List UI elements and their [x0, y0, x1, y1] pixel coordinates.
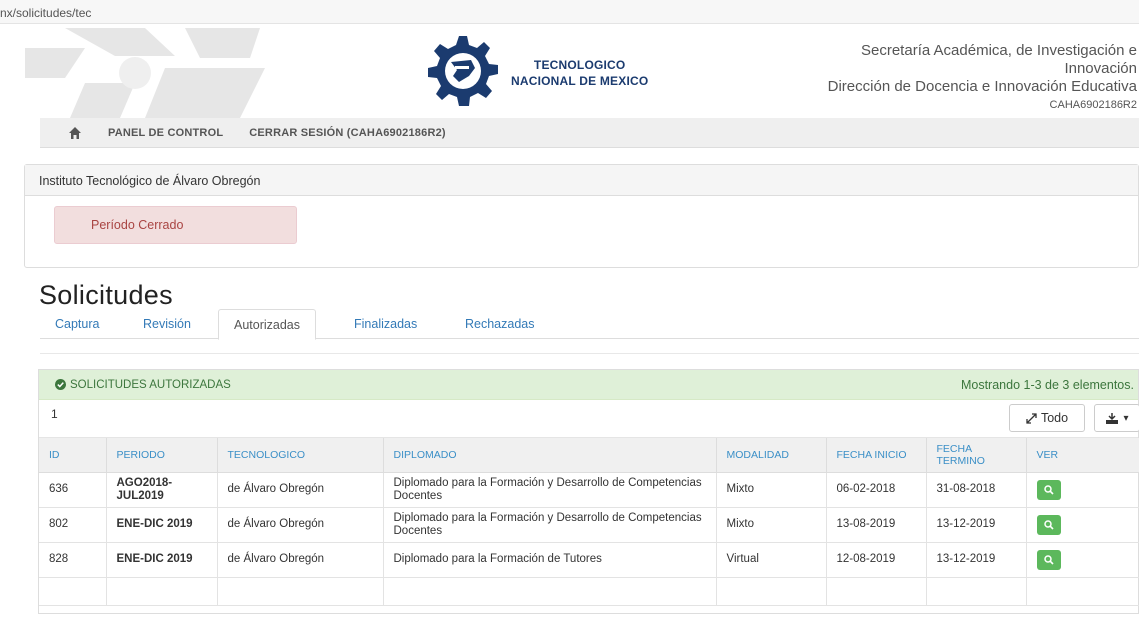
cell-modalidad: Mixto [716, 472, 827, 508]
grid-heading: SOLICITUDES AUTORIZADAS Mostrando 1-3 de… [39, 370, 1138, 400]
caret-down-icon: ▾ [1123, 412, 1129, 424]
solicitudes-grid: SOLICITUDES AUTORIZADAS Mostrando 1-3 de… [38, 369, 1139, 614]
institute-name: Instituto Tecnológico de Álvaro Obregón [25, 165, 1138, 196]
period-status-alert: Período Cerrado [54, 206, 297, 244]
cell-id: 636 [39, 472, 107, 508]
grid-toolbar: 1 Todo ▾ [39, 400, 1139, 438]
cell-tecnologico: de Álvaro Obregón [217, 472, 384, 508]
view-button[interactable] [1036, 549, 1061, 570]
tab-autorizadas[interactable]: Autorizadas [218, 309, 317, 340]
cell-periodo: ENE-DIC 2019 [106, 507, 218, 543]
cell-fecha-termino: 31-08-2018 [926, 472, 1027, 508]
cell-ver [1026, 507, 1139, 543]
tecnm-gear-icon [428, 36, 498, 106]
search-icon [1043, 484, 1054, 495]
secretaria-line-2: Innovación [1064, 60, 1137, 77]
col-fecha-termino[interactable]: FECHA TERMINO [926, 438, 1027, 473]
watermark-graphic [25, 28, 275, 118]
cell-fecha-inicio: 12-08-2019 [826, 542, 927, 578]
home-icon[interactable] [68, 126, 82, 140]
cell-id: 802 [39, 507, 107, 543]
cell-fecha-inicio: 13-08-2019 [826, 507, 927, 543]
cell-tecnologico: de Álvaro Obregón [217, 507, 384, 543]
export-button[interactable]: ▾ [1094, 404, 1139, 432]
nav-cerrar-sesion[interactable]: CERRAR SESIÓN (CAHA6902186R2) [249, 127, 446, 139]
view-button[interactable] [1036, 514, 1061, 535]
empty-row [39, 577, 1139, 606]
secretaria-info: Secretaría Académica, de Investigación e… [828, 42, 1137, 114]
cell-fecha-termino: 13-12-2019 [926, 542, 1027, 578]
grid-title: SOLICITUDES AUTORIZADAS [70, 378, 231, 391]
logo-line-2: NACIONAL DE MEXICO [511, 74, 649, 88]
show-all-button[interactable]: Todo [1009, 404, 1085, 432]
search-icon [1043, 519, 1054, 530]
table-row: 636 AGO2018-JUL2019 de Álvaro Obregón Di… [39, 472, 1139, 508]
secretaria-line-1: Secretaría Académica, de Investigación e [861, 42, 1137, 59]
cell-id: 828 [39, 542, 107, 578]
solicitudes-table: ID PERIODO TECNOLOGICO DIPLOMADO MODALID… [39, 438, 1139, 606]
show-all-label: Todo [1040, 411, 1069, 425]
cell-diplomado: Diplomado para la Formación y Desarrollo… [383, 472, 717, 508]
table-row: 802 ENE-DIC 2019 de Álvaro Obregón Diplo… [39, 507, 1139, 543]
institute-panel: Instituto Tecnológico de Álvaro Obregón … [24, 164, 1139, 268]
search-icon [1043, 554, 1054, 565]
secretaria-line-3: Dirección de Docencia e Innovación Educa… [827, 78, 1137, 95]
main-navbar: PANEL DE CONTROL CERRAR SESIÓN (CAHA6902… [40, 118, 1139, 148]
col-tecnologico[interactable]: TECNOLOGICO [217, 438, 384, 473]
col-fecha-inicio[interactable]: FECHA INICIO [826, 438, 927, 473]
cell-diplomado: Diplomado para la Formación de Tutores [383, 542, 717, 578]
resize-full-icon [1026, 412, 1037, 424]
cell-fecha-inicio: 06-02-2018 [826, 472, 927, 508]
cell-modalidad: Virtual [716, 542, 827, 578]
cell-periodo: ENE-DIC 2019 [106, 542, 218, 578]
tecnm-logo: TECNOLOGICO NACIONAL DE MEXICO [413, 32, 648, 114]
tab-rechazadas[interactable]: Rechazadas [450, 309, 550, 339]
cell-tecnologico: de Álvaro Obregón [217, 542, 384, 578]
table-row: 828 ENE-DIC 2019 de Álvaro Obregón Diplo… [39, 542, 1139, 578]
cell-fecha-termino: 13-12-2019 [926, 507, 1027, 543]
grid-summary: Mostrando 1-3 de 3 elementos. [960, 377, 1134, 392]
cell-ver [1026, 542, 1139, 578]
page-count: 1 [51, 407, 58, 421]
cell-periodo: AGO2018-JUL2019 [106, 472, 218, 508]
table-header-row: ID PERIODO TECNOLOGICO DIPLOMADO MODALID… [39, 438, 1139, 473]
tab-captura[interactable]: Captura [40, 309, 114, 339]
divider [40, 353, 1139, 354]
col-periodo[interactable]: PERIODO [106, 438, 218, 473]
address-bar[interactable]: nx/solicitudes/tec [0, 0, 1139, 24]
tab-revision[interactable]: Revisión [128, 309, 206, 339]
col-diplomado[interactable]: DIPLOMADO [383, 438, 717, 473]
user-id: CAHA6902186R2 [1049, 99, 1137, 111]
cell-diplomado: Diplomado para la Formación y Desarrollo… [383, 507, 717, 543]
col-modalidad[interactable]: MODALIDAD [716, 438, 827, 473]
url-text: nx/solicitudes/tec [0, 6, 92, 20]
site-header: TECNOLOGICO NACIONAL DE MEXICO Secretarí… [25, 28, 1139, 118]
col-ver: VER [1026, 438, 1139, 473]
cell-modalidad: Mixto [716, 507, 827, 543]
tab-finalizadas[interactable]: Finalizadas [339, 309, 432, 339]
export-icon [1105, 412, 1119, 425]
view-button[interactable] [1036, 479, 1061, 500]
tab-bar: Captura Revisión Autorizadas Finalizadas… [40, 306, 1139, 340]
col-id[interactable]: ID [39, 438, 107, 473]
nav-panel-de-control[interactable]: PANEL DE CONTROL [108, 127, 223, 139]
logo-line-1: TECNOLOGICO [533, 58, 626, 72]
check-circle-icon [55, 379, 66, 390]
cell-ver [1026, 472, 1139, 508]
